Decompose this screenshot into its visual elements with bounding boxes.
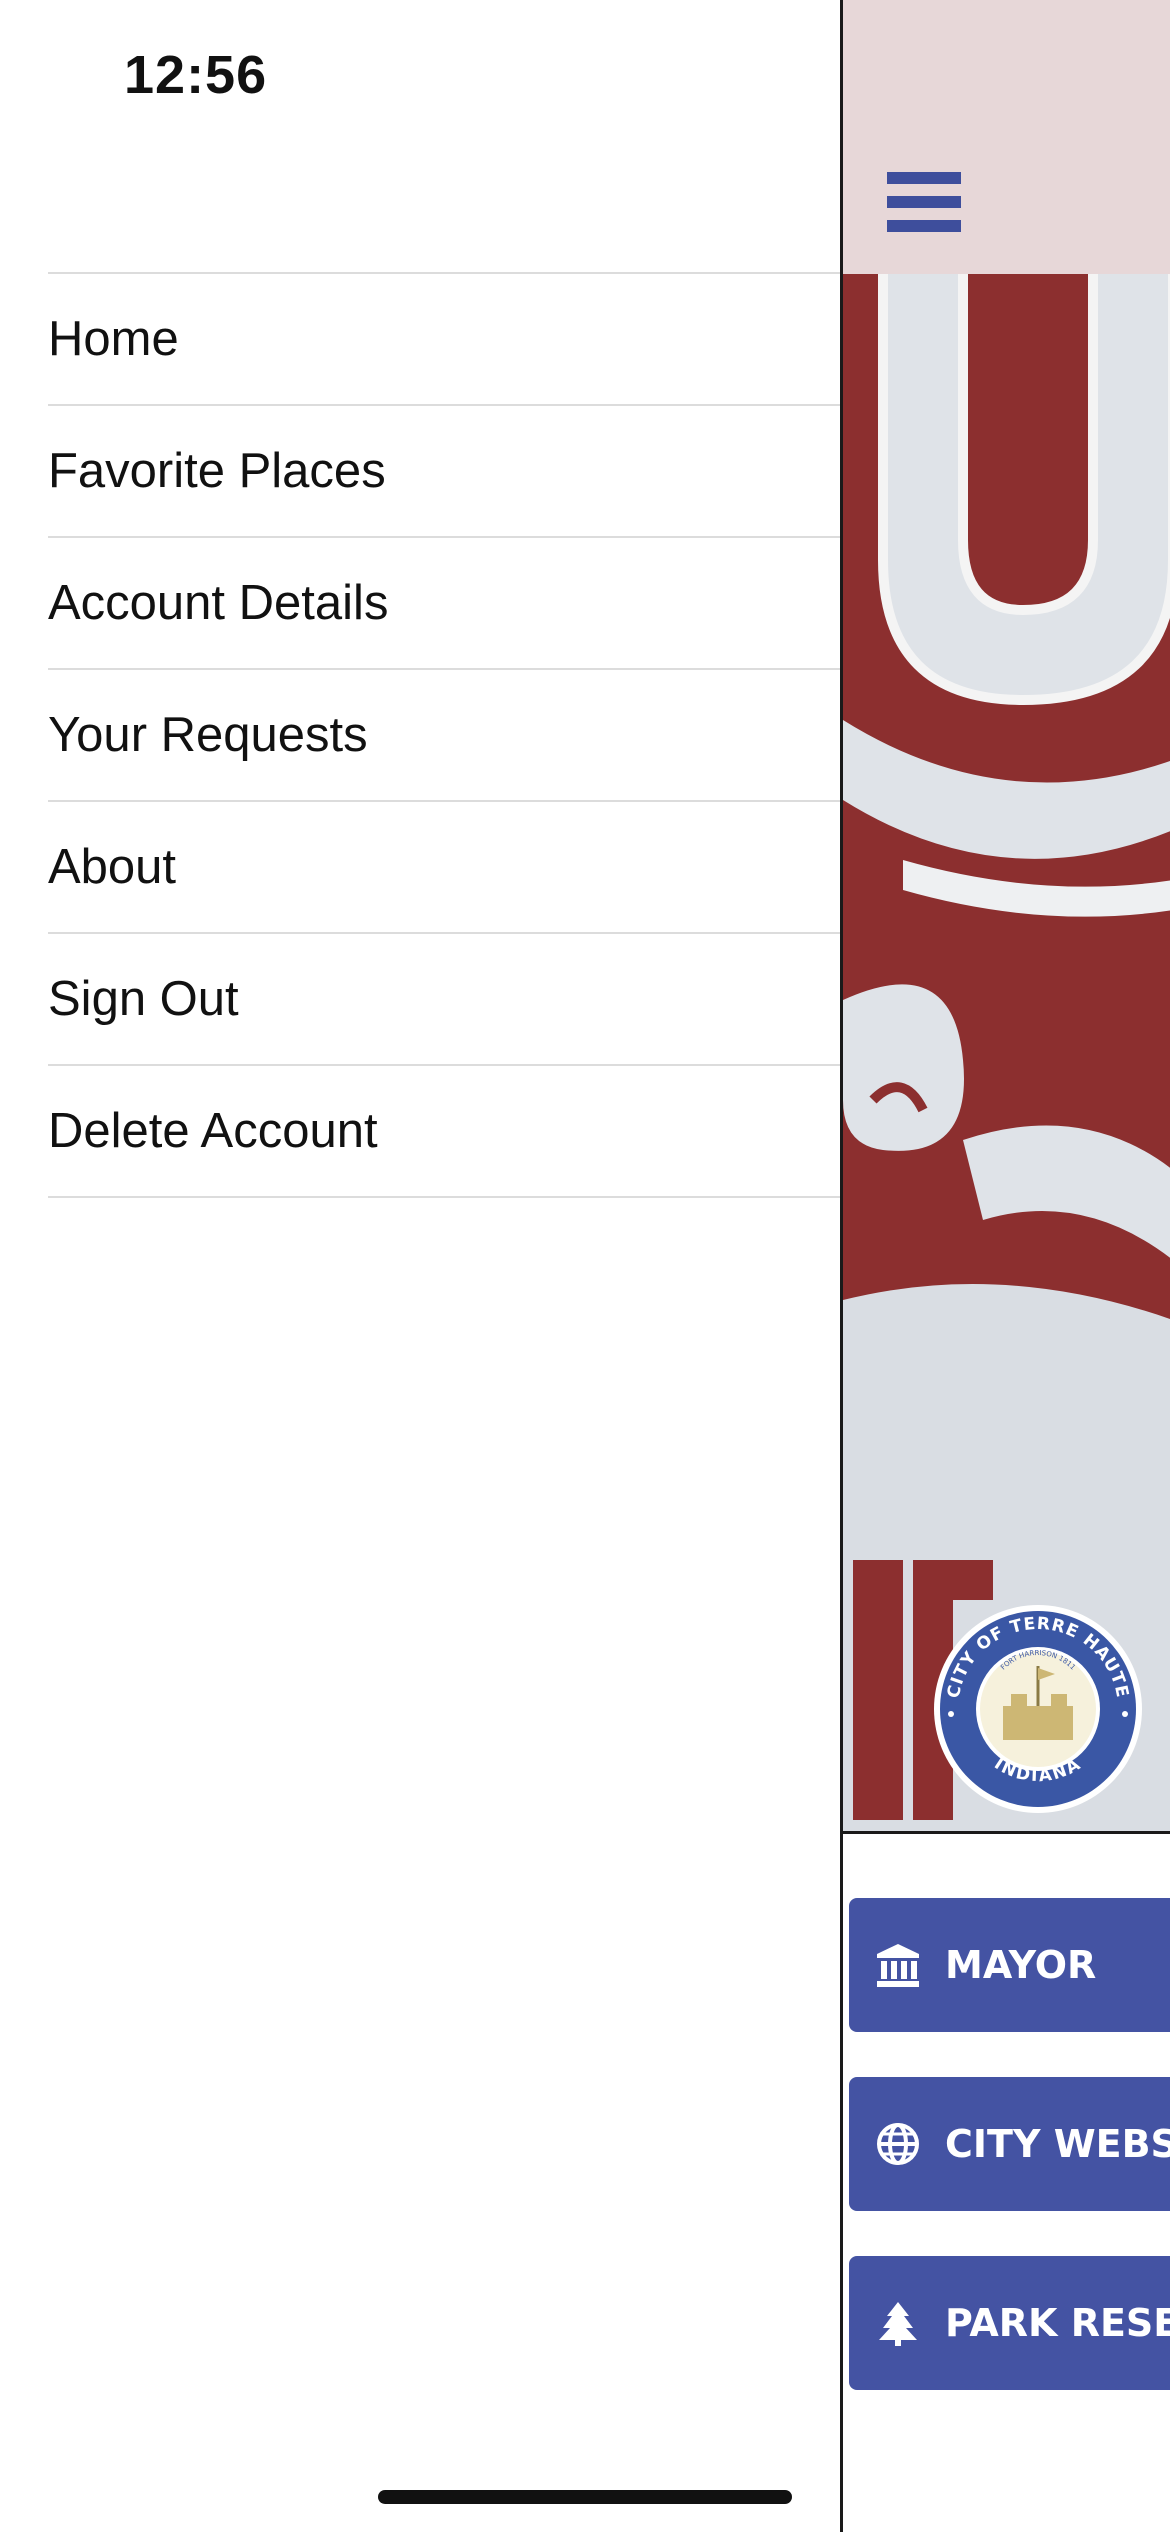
- city-seal: CITY OF TERRE HAUTE INDIANA FORT HARRISO…: [934, 1605, 1142, 1813]
- mayor-button-label: MAYOR: [945, 1943, 1097, 1987]
- menu-item-delete-account[interactable]: Delete Account: [48, 1066, 840, 1198]
- status-time: 12:56: [124, 45, 268, 105]
- park-reservations-button[interactable]: PARK RESER: [849, 2256, 1170, 2390]
- side-menu: Home Favorite Places Account Details You…: [0, 272, 840, 1198]
- menu-item-favorite-places[interactable]: Favorite Places: [48, 406, 840, 538]
- menu-item-label: Your Requests: [48, 708, 368, 762]
- menu-item-label: Favorite Places: [48, 444, 386, 498]
- city-website-button-label: CITY WEBSIT: [945, 2122, 1170, 2166]
- hamburger-icon[interactable]: [887, 172, 961, 236]
- mayor-button[interactable]: MAYOR: [849, 1898, 1170, 2032]
- menu-item-label: Delete Account: [48, 1104, 378, 1158]
- menu-item-label: Sign Out: [48, 972, 239, 1026]
- menu-item-about[interactable]: About: [48, 802, 840, 934]
- menu-item-label: About: [48, 840, 177, 894]
- home-page-preview[interactable]: CITY OF TERRE HAUTE INDIANA FORT HARRISO…: [840, 0, 1170, 2532]
- building-icon: [877, 1944, 919, 1987]
- city-website-button[interactable]: CITY WEBSIT: [849, 2077, 1170, 2211]
- home-indicator[interactable]: [378, 2490, 792, 2504]
- menu-item-label: Home: [48, 312, 179, 366]
- menu-item-label: Account Details: [48, 576, 389, 630]
- park-reservations-button-label: PARK RESER: [945, 2301, 1170, 2345]
- menu-item-your-requests[interactable]: Your Requests: [48, 670, 840, 802]
- hero-image: CITY OF TERRE HAUTE INDIANA FORT HARRISO…: [843, 0, 1170, 1834]
- globe-icon: [877, 2123, 919, 2165]
- menu-item-account-details[interactable]: Account Details: [48, 538, 840, 670]
- tree-icon: [879, 2302, 917, 2346]
- menu-item-home[interactable]: Home: [48, 274, 840, 406]
- hero-lettering: [843, 175, 1170, 1831]
- menu-item-sign-out[interactable]: Sign Out: [48, 934, 840, 1066]
